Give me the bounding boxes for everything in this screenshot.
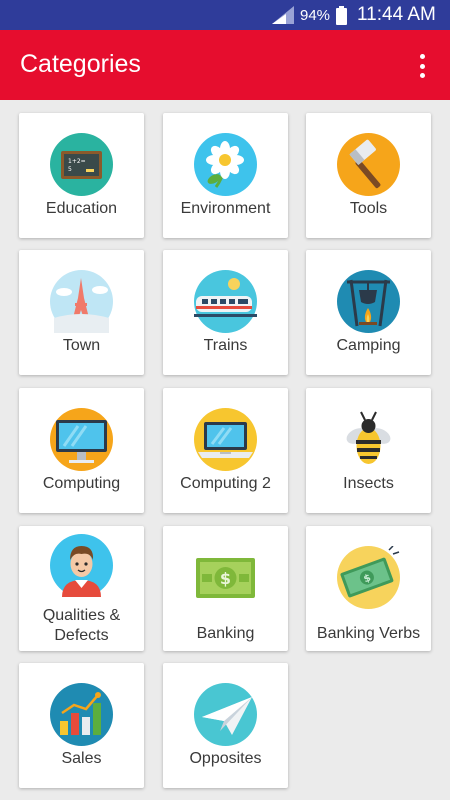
eiffel-tower-icon — [50, 270, 113, 333]
app-bar: Categories — [0, 30, 450, 100]
category-label: Banking — [196, 625, 255, 642]
category-label: Banking Verbs — [316, 625, 421, 642]
category-card-insects[interactable]: Insects — [306, 388, 431, 513]
category-card-trains[interactable]: Trains — [163, 250, 288, 375]
campfire-icon — [337, 270, 400, 333]
category-label: Trains — [203, 337, 248, 354]
category-label: Opposites — [189, 750, 262, 767]
category-label: Environment — [180, 200, 271, 217]
bar-chart-icon — [50, 683, 113, 746]
signal-icon — [272, 6, 294, 24]
category-card-tools[interactable]: Tools — [306, 113, 431, 238]
svg-text:5: 5 — [68, 166, 72, 173]
bee-icon — [346, 411, 391, 464]
svg-text:$: $ — [220, 569, 231, 588]
category-card-computing[interactable]: Computing — [19, 388, 144, 513]
category-card-computing-2[interactable]: Computing 2 — [163, 388, 288, 513]
svg-text:1+2=: 1+2= — [68, 158, 86, 165]
paper-plane-icon — [194, 683, 257, 746]
category-card-banking-verbs[interactable]: $ Banking Verbs — [306, 526, 431, 651]
category-card-sales[interactable]: Sales — [19, 663, 144, 788]
train-icon — [194, 270, 257, 333]
category-label: Qualities & Defects — [42, 607, 121, 644]
page-title: Categories — [20, 50, 141, 78]
laptop-icon — [194, 408, 257, 471]
status-bar: 94% 11:44 AM — [0, 0, 450, 30]
category-label: Computing — [42, 475, 121, 492]
category-label: Sales — [61, 750, 102, 767]
more-vert-icon[interactable] — [410, 52, 434, 80]
monitor-icon — [50, 408, 113, 471]
category-label: Computing 2 — [180, 475, 271, 492]
cash-icon: $ — [337, 546, 400, 609]
battery-percentage: 94% — [300, 7, 331, 24]
category-card-environment[interactable]: Environment — [163, 113, 288, 238]
category-label: Education — [45, 200, 118, 217]
flower-icon — [194, 133, 257, 196]
category-card-qualities-defects[interactable]: Qualities & Defects — [19, 526, 144, 651]
category-card-education[interactable]: 1+2= 5 Education — [19, 113, 144, 238]
banknote-icon: $ — [196, 558, 255, 598]
category-label: Tools — [349, 200, 388, 217]
battery-icon — [336, 6, 347, 25]
category-card-banking[interactable]: $ Banking — [163, 526, 288, 651]
clock: 11:44 AM — [357, 4, 436, 25]
category-label: Camping — [336, 337, 401, 354]
category-card-opposites[interactable]: Opposites — [163, 663, 288, 788]
category-card-town[interactable]: Town — [19, 250, 144, 375]
category-label: Insects — [343, 475, 394, 492]
category-label: Town — [62, 337, 101, 354]
category-card-camping[interactable]: Camping — [306, 250, 431, 375]
hammer-icon — [337, 133, 400, 196]
person-icon — [50, 534, 113, 597]
chalkboard-icon: 1+2= 5 — [50, 133, 113, 196]
